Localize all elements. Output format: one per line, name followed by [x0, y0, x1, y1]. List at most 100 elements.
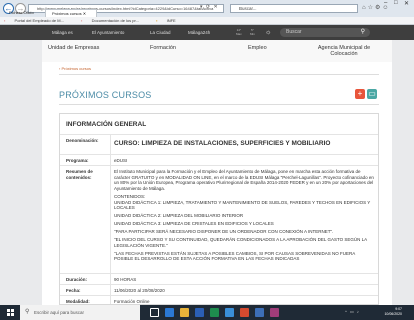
- resumen-paragraph: "PARA PARTICIPAR SERÁ NECESARIO DISPONER…: [114, 229, 334, 234]
- fecha-label: Fecha:: [66, 288, 81, 293]
- info-title: INFORMACIÓN GENERAL: [66, 121, 147, 128]
- resumen-paragraph: UNIDAD DIDÁCTICA 3: LIMPIEZA DE CRISTALE…: [114, 221, 274, 226]
- refresh-icon[interactable]: ⟳: [206, 4, 210, 10]
- menu-formacion[interactable]: Formación: [150, 45, 176, 51]
- plus-icon: +: [357, 89, 363, 98]
- menu-agencia-colocacion[interactable]: Agencia Municipal de Colocación: [304, 45, 384, 57]
- favorite-label: Documentación de los pr...: [91, 18, 139, 23]
- modalidad-label: Modalidad:: [66, 299, 90, 304]
- network-icon[interactable]: ▭: [350, 309, 354, 314]
- tab-proximos-cursos[interactable]: Próximos cursos ✕: [45, 9, 97, 17]
- resumen-paragraph: CONTENIDOS:: [114, 193, 146, 199]
- favorite-icon: ▪: [156, 18, 158, 23]
- breadcrumb[interactable]: ‹ Próximos cursos: [59, 66, 91, 71]
- clock[interactable]: 9:07 10/06/2020: [372, 307, 402, 317]
- nav-label: La Ciudad: [150, 30, 171, 35]
- menu-unidad-empresas[interactable]: Unidad de Empresas: [48, 45, 99, 51]
- favorite-label: INFE: [166, 18, 176, 23]
- site-navbar: Málaga es El Ayuntamiento La Ciudad Mála…: [0, 25, 414, 40]
- close-icon: ✕: [404, 1, 410, 7]
- favorite-item[interactable]: ▪ Documentación de los pr...: [81, 18, 147, 23]
- sun-icon: ☼: [265, 29, 272, 36]
- taskbar: ⚲ Escribir aquí para buscar ^ ▭ ♪ 9:07 1…: [0, 305, 414, 320]
- excel-icon[interactable]: [210, 308, 219, 317]
- nav-malaga-es[interactable]: Málaga es: [52, 25, 73, 40]
- address-tools: ▾ ⟳ ✕: [200, 4, 218, 10]
- search-icon: ⚲: [25, 309, 30, 315]
- nav-ayuntamiento[interactable]: El Ayuntamiento: [92, 25, 124, 40]
- section-menu: Unidad de Empresas Formación Empleo Agen…: [42, 40, 392, 62]
- file-explorer-icon[interactable]: [180, 308, 189, 317]
- tab-strip: Fichero Oficio Próximos cursos ✕: [0, 9, 170, 17]
- favorite-label: Portal del Empleado de M...: [14, 18, 64, 23]
- modalidad-value: Formación Online: [114, 299, 150, 304]
- weather-min-label: Min: [250, 31, 255, 36]
- weather-min: 5° Min: [250, 28, 255, 36]
- column-separator: [110, 296, 111, 304]
- nav-label: Málaga24h: [188, 30, 211, 35]
- taskbar-search-input[interactable]: ⚲ Escribir aquí para buscar: [20, 305, 140, 320]
- menu-empleo[interactable]: Empleo: [248, 45, 267, 51]
- divider: [59, 104, 379, 105]
- denominacion-value: CURSO: LIMPIEZA DE INSTALACIONES, SUPERF…: [114, 140, 331, 147]
- menu-label: Unidad de Empresas: [48, 45, 100, 51]
- add-button[interactable]: +: [355, 89, 365, 99]
- nav-la-ciudad[interactable]: La Ciudad: [150, 25, 171, 40]
- browser-search-placeholder: Buscar...: [239, 6, 257, 11]
- app-icon[interactable]: [270, 308, 279, 317]
- favorites-bar: ▪ Portal del Empleado de M... ▪ Document…: [0, 17, 414, 25]
- row-modalidad: Modalidad: Formación Online: [60, 295, 378, 304]
- volume-icon[interactable]: ♪: [357, 309, 359, 314]
- favorite-item[interactable]: ▪ Portal del Empleado de M...: [4, 18, 72, 23]
- menu-label: Colocación: [330, 51, 358, 57]
- general-info-box: INFORMACIÓN GENERAL Denominación: CURSO:…: [59, 113, 379, 305]
- minimize-button[interactable]: –: [384, 0, 387, 6]
- clock-date: 10/06/2020: [384, 312, 402, 316]
- browser-search-input[interactable]: Buscar...: [230, 4, 358, 13]
- site-search-input[interactable]: Buscar ⚲: [280, 28, 370, 37]
- task-view-icon[interactable]: [150, 308, 159, 317]
- windows-start-icon[interactable]: [7, 309, 14, 316]
- tab-fichero-oficio[interactable]: Fichero Oficio: [3, 9, 43, 17]
- word-icon[interactable]: [195, 308, 204, 317]
- search-dropdown-icon[interactable]: ▾: [200, 4, 203, 10]
- weather-max: 14° Max: [236, 28, 242, 36]
- column-separator: [110, 166, 111, 273]
- programa-value: eDUSI: [114, 158, 128, 163]
- resumen-label: Resumen de contenidos:: [66, 169, 93, 180]
- denominacion-label: Denominación:: [66, 138, 99, 143]
- minimize-icon: –: [384, 0, 388, 6]
- resumen-paragraph: "LAS FECHAS PREVISTAS ESTÁN SUJETAS A PO…: [114, 250, 355, 262]
- print-button[interactable]: ▭: [367, 89, 377, 99]
- close-window-button[interactable]: ✕: [404, 0, 409, 7]
- row-programa: Programa: eDUSI: [60, 154, 378, 165]
- fecha-value: 11/06/2020 al 20/08/2020: [114, 288, 165, 293]
- column-separator: [110, 135, 111, 154]
- tab-label: Próximos cursos: [52, 11, 82, 16]
- system-tray-icons: ^ ▭ ♪: [345, 309, 359, 314]
- row-denominacion: Denominación: CURSO: LIMPIEZA DE INSTALA…: [60, 134, 378, 154]
- duracion-value: 90 HORAS: [114, 277, 137, 282]
- favorite-item[interactable]: ▪ INFE: [156, 18, 184, 23]
- resumen-value: El Instituto Municipal para la Formación…: [114, 169, 374, 264]
- chrome-icon[interactable]: [240, 308, 249, 317]
- favorites-star-icon[interactable]: ☆: [368, 5, 375, 11]
- edge-browser-icon[interactable]: [165, 308, 174, 317]
- internet-explorer-icon[interactable]: [225, 308, 234, 317]
- search-icon[interactable]: ⚲: [361, 28, 365, 37]
- tab-close-icon[interactable]: ✕: [83, 11, 86, 16]
- nav-label: Málaga es: [52, 30, 73, 35]
- breadcrumb-label: ‹ Próximos cursos: [59, 66, 92, 71]
- duracion-label: Duración:: [66, 277, 88, 282]
- resumen-paragraph: UNIDAD DIDÁCTICA 1: LIMPIEZA, TRATAMIENT…: [114, 199, 371, 211]
- menu-label: Empleo: [248, 45, 267, 51]
- row-resumen: Resumen de contenidos: El Instituto Muni…: [60, 165, 378, 273]
- chevron-up-icon[interactable]: ^: [345, 309, 347, 314]
- column-separator: [110, 155, 111, 165]
- row-duracion: Duración: 90 HORAS: [60, 273, 378, 284]
- maximize-button[interactable]: □: [394, 0, 398, 6]
- nav-malaga24h[interactable]: Málaga24h: [188, 25, 210, 40]
- taskbar-search-placeholder: Escribir aquí para buscar: [34, 310, 85, 315]
- outlook-icon[interactable]: [255, 308, 264, 317]
- close-tab-x-icon[interactable]: ✕: [214, 4, 218, 10]
